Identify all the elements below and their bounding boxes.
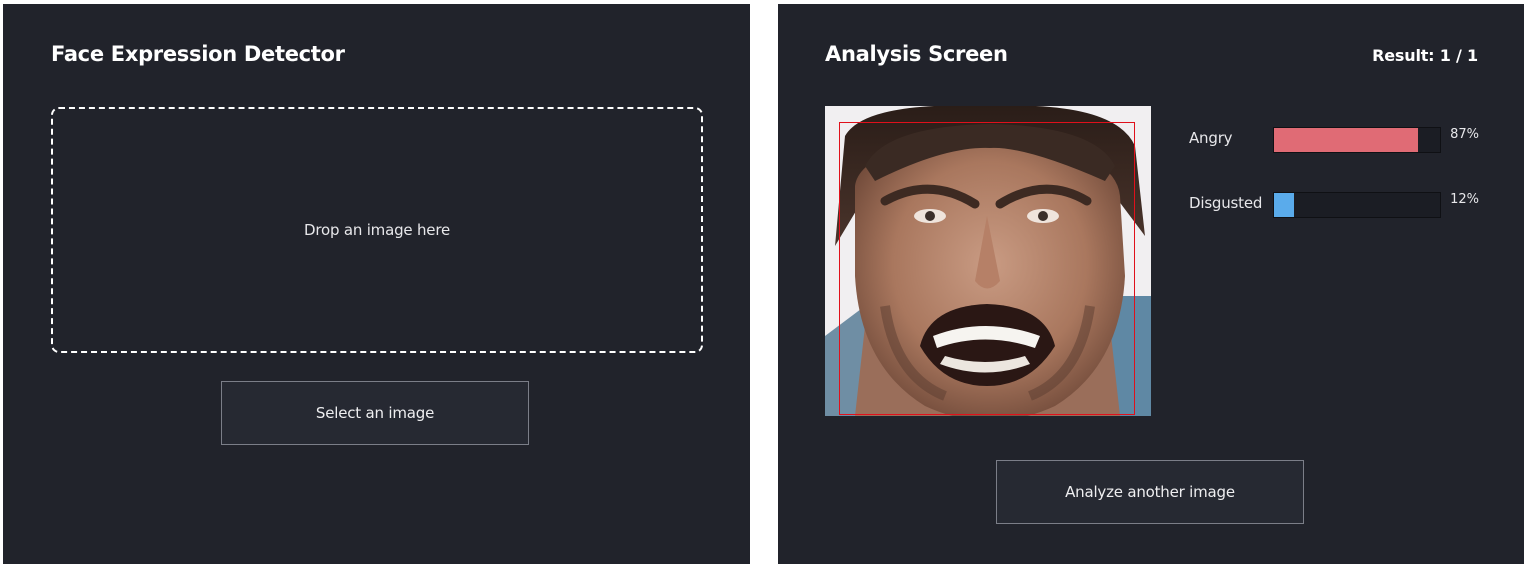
- emotion-label: Disgusted: [1189, 194, 1263, 212]
- emotion-percent: 87%: [1450, 127, 1479, 142]
- dropzone-label: Drop an image here: [303, 221, 450, 239]
- select-image-button[interactable]: Select an image: [221, 381, 529, 445]
- upload-panel: Face Expression Detector Drop an image h…: [3, 4, 750, 564]
- result-counter: Result: 1 / 1: [1372, 46, 1478, 65]
- emotion-label: Angry: [1189, 129, 1233, 147]
- analysis-panel: Analysis Screen Result: 1 / 1 Angry 87% …: [778, 4, 1524, 564]
- emotion-bar-fill: [1274, 193, 1294, 217]
- app-title: Face Expression Detector: [51, 42, 345, 66]
- emotion-percent: 12%: [1450, 192, 1479, 207]
- emotion-bar-track: [1273, 192, 1441, 218]
- image-dropzone[interactable]: Drop an image here: [51, 107, 703, 353]
- emotion-row-disgusted: Disgusted 12%: [1189, 188, 1479, 218]
- emotion-bar-fill: [1274, 128, 1419, 152]
- analyzed-face-image: [825, 106, 1151, 416]
- emotion-row-angry: Angry 87%: [1189, 123, 1479, 153]
- emotion-bar-track: [1273, 127, 1441, 153]
- face-detection-box: [839, 122, 1135, 415]
- analyze-another-button[interactable]: Analyze another image: [996, 460, 1304, 524]
- analysis-title: Analysis Screen: [825, 42, 1008, 66]
